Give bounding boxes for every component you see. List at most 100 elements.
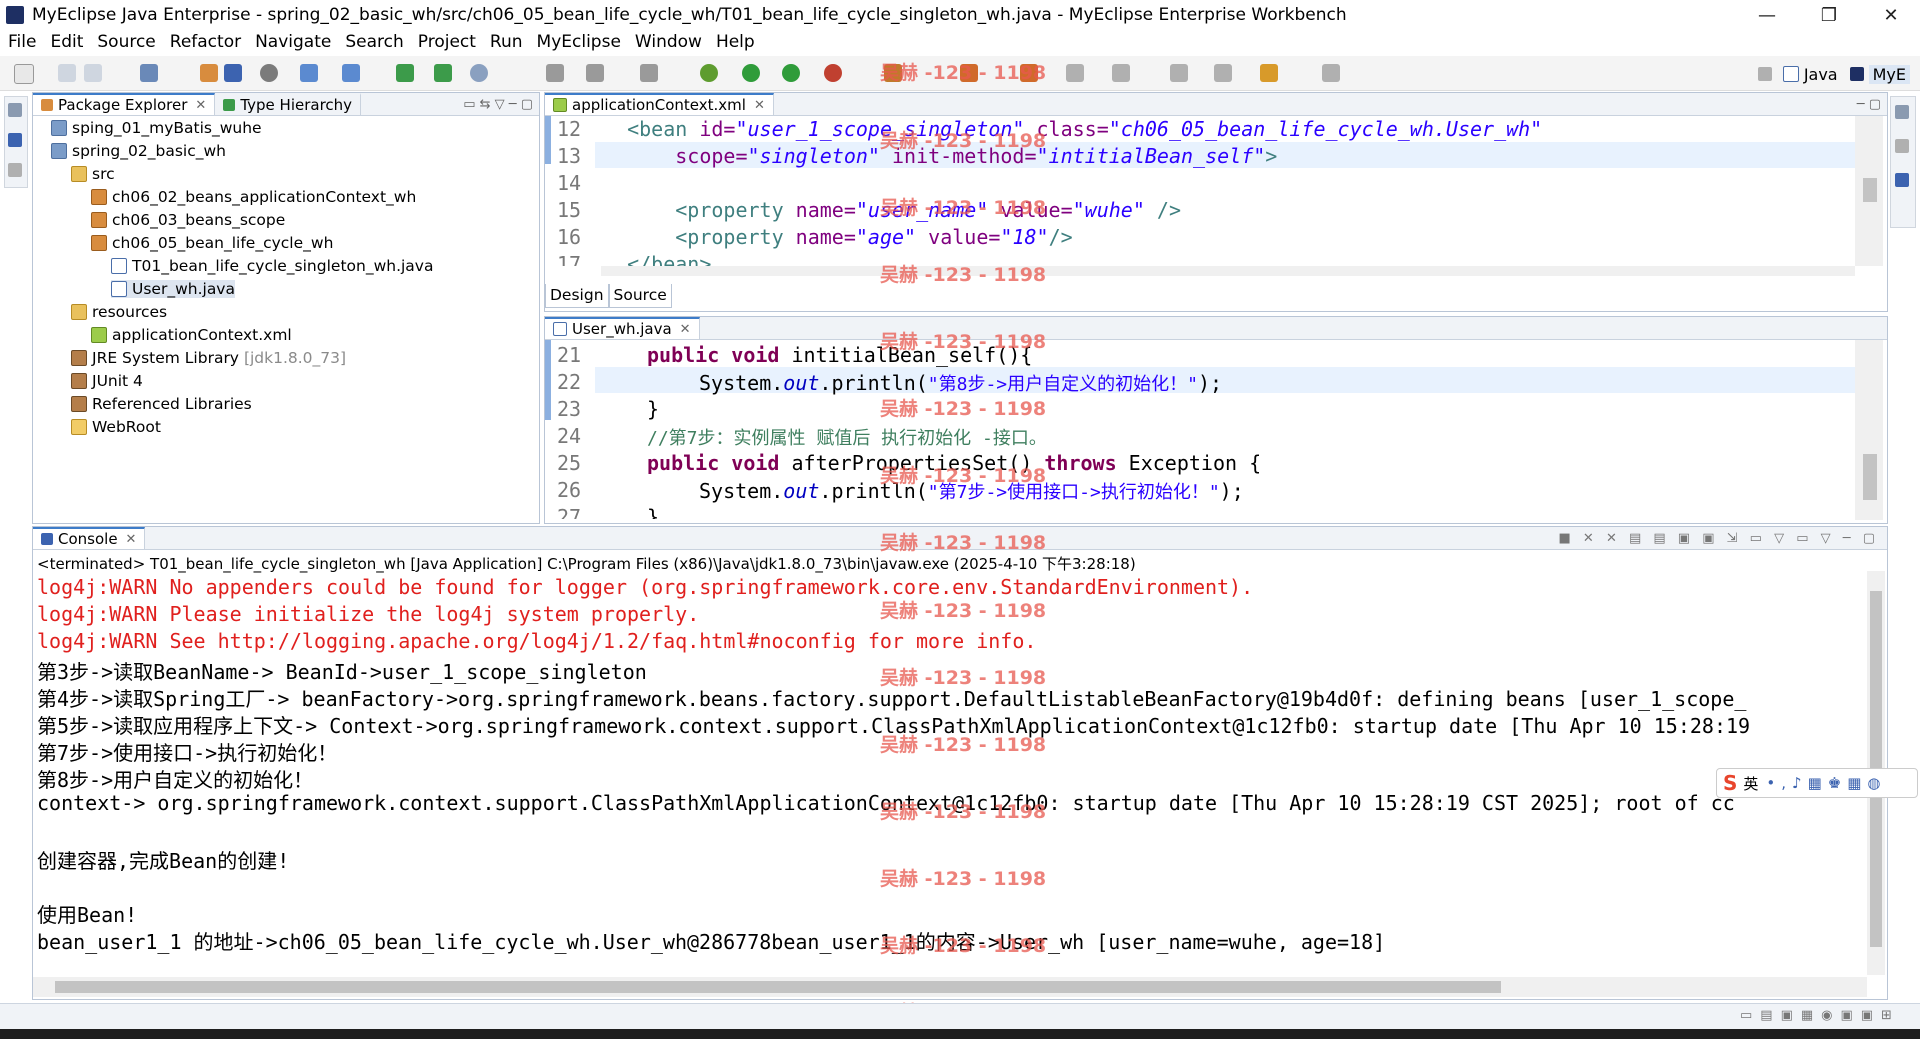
- ime-tools-icons[interactable]: •,♪▦♚▦◍: [1766, 774, 1886, 792]
- tree-item[interactable]: sping_01_myBatis_wuhe: [51, 119, 262, 137]
- tree-item[interactable]: resources: [71, 303, 167, 321]
- save-all-icon[interactable]: [84, 64, 102, 82]
- tab-type-hierarchy[interactable]: Type Hierarchy: [215, 93, 362, 115]
- tree-item[interactable]: T01_bean_life_cycle_singleton_wh.java: [111, 257, 433, 275]
- tree-item[interactable]: applicationContext.xml: [91, 326, 292, 344]
- browser-icon[interactable]: [470, 64, 488, 82]
- close-icon[interactable]: ✕: [126, 532, 137, 547]
- deploy-icon[interactable]: [300, 64, 318, 82]
- tree-item[interactable]: Referenced Libraries: [71, 395, 252, 413]
- tab-console[interactable]: Console ✕: [33, 527, 146, 549]
- console-line: bean_user1_1 的地址->ch06_05_bean_life_cycl…: [37, 930, 1386, 954]
- ejb-icon[interactable]: [586, 64, 604, 82]
- menu-project[interactable]: Project: [418, 32, 476, 52]
- tree-item-selected[interactable]: User_wh.java: [111, 280, 235, 298]
- forward-icon[interactable]: [1322, 64, 1340, 82]
- menu-refactor[interactable]: Refactor: [170, 32, 241, 52]
- restore-icon[interactable]: [8, 103, 22, 117]
- minimize-maximize-icon[interactable]: ─ ▢: [1857, 97, 1881, 112]
- tree-item[interactable]: ch06_02_beans_applicationContext_wh: [91, 188, 416, 206]
- new-package-icon[interactable]: [200, 64, 218, 82]
- outline-icon[interactable]: [8, 163, 22, 177]
- java-code-line[interactable]: }: [647, 397, 659, 421]
- tree-item[interactable]: src: [71, 165, 115, 183]
- tab-package-explorer[interactable]: Package Explorer ✕: [33, 93, 216, 115]
- server-icon[interactable]: [260, 64, 278, 82]
- tab-package-explorer-label: Package Explorer: [58, 96, 188, 114]
- menu-myeclipse[interactable]: MyEclipse: [537, 32, 621, 52]
- perspective-myeclipse[interactable]: MyE: [1868, 64, 1910, 84]
- tree-item[interactable]: ch06_03_beans_scope: [91, 211, 285, 229]
- external-tools-icon[interactable]: [824, 64, 842, 82]
- close-icon[interactable]: ✕: [680, 322, 691, 337]
- console-horizontal-scrollbar[interactable]: [33, 977, 1867, 997]
- open-perspective-icon[interactable]: [1757, 67, 1772, 81]
- tree-item[interactable]: JRE System Library [jdk1.8.0_73]: [71, 349, 346, 367]
- xml-code-line[interactable]: <bean id="user_1_scope_singleton" class=…: [603, 117, 1542, 141]
- watermark: 吴赫 -123 - 1198: [880, 868, 1047, 890]
- java-vertical-scrollbar[interactable]: [1855, 340, 1883, 520]
- java-code-line[interactable]: System.out.println("第8步->用户自定义的初始化！");: [699, 370, 1222, 396]
- open-type-icon[interactable]: [640, 64, 658, 82]
- xml-code-line[interactable]: </bean>: [603, 252, 711, 266]
- java-editor-tabbar: User_wh.java ✕: [545, 317, 1887, 340]
- xml-horizontal-scrollbar[interactable]: [601, 266, 1855, 276]
- navigator-icon[interactable]: [8, 133, 22, 147]
- minimize-button[interactable]: —: [1744, 0, 1790, 30]
- new-class-icon[interactable]: [224, 64, 242, 82]
- ime-mode[interactable]: 英: [1743, 773, 1758, 794]
- run-icon[interactable]: [742, 64, 760, 82]
- line-number: 13: [557, 144, 582, 168]
- menu-search[interactable]: Search: [345, 32, 403, 52]
- jsp-icon[interactable]: [434, 64, 452, 82]
- new-icon[interactable]: [14, 64, 34, 84]
- web-services-icon[interactable]: [396, 64, 414, 82]
- annotation-prev-icon[interactable]: [1112, 64, 1130, 82]
- pin-editor-icon[interactable]: [1170, 64, 1188, 82]
- perspective-java[interactable]: Java: [1804, 65, 1838, 84]
- tree-item-label: src: [92, 165, 115, 183]
- tab-user-wh-java[interactable]: User_wh.java ✕: [545, 317, 700, 339]
- view-menu-icon[interactable]: ▭ ⇆ ▽ ─ ▢: [463, 97, 533, 112]
- new-java-project-icon[interactable]: [140, 64, 158, 82]
- status-tray-icons[interactable]: ▭▤▣▦◉▣▣⊞: [1740, 1008, 1900, 1023]
- xml-code-line[interactable]: <property name="age" value="18"/>: [603, 225, 1072, 249]
- tree-item[interactable]: spring_02_basic_wh: [51, 142, 226, 160]
- menu-file[interactable]: File: [8, 32, 36, 52]
- annotation-next-icon[interactable]: [1066, 64, 1084, 82]
- tree-item[interactable]: WebRoot: [71, 418, 161, 436]
- line-number: 21: [557, 343, 582, 367]
- close-button[interactable]: ✕: [1868, 0, 1914, 30]
- save-icon[interactable]: [58, 64, 76, 82]
- console-toolbar-icons[interactable]: ■ ✕ ✕ ▤ ▤ ▣ ▣ ⇲ ▭ ▽ ▭ ▽ ─ ▢: [1559, 531, 1879, 546]
- tree-item[interactable]: JUnit 4: [71, 372, 143, 390]
- debug-icon[interactable]: [700, 64, 718, 82]
- task-list-icon[interactable]: [1895, 173, 1909, 187]
- tab-applicationcontext-xml[interactable]: applicationContext.xml ✕: [545, 93, 774, 115]
- back-icon[interactable]: [1260, 64, 1278, 82]
- watermark: 吴赫 -123 - 1198: [880, 62, 1047, 84]
- tab-design[interactable]: Design: [545, 284, 609, 308]
- library-icon: [71, 396, 87, 412]
- coverage-icon[interactable]: [782, 64, 800, 82]
- tab-source[interactable]: Source: [608, 284, 672, 308]
- xml-vertical-scrollbar[interactable]: [1855, 116, 1883, 266]
- menu-run[interactable]: Run: [490, 32, 523, 52]
- run-server-icon[interactable]: [342, 64, 360, 82]
- maximize-button[interactable]: ❐: [1806, 0, 1852, 30]
- menu-help[interactable]: Help: [716, 32, 755, 52]
- menu-window[interactable]: Window: [635, 32, 702, 52]
- restore-icon[interactable]: [1895, 105, 1909, 119]
- menu-source[interactable]: Source: [97, 32, 155, 52]
- toggle-mark-icon[interactable]: [1214, 64, 1232, 82]
- tree-item[interactable]: ch06_05_bean_life_cycle_wh: [91, 234, 333, 252]
- java-code-line[interactable]: //第7步：实例属性 赋值后 执行初始化 -接口。: [647, 424, 1047, 450]
- menu-navigate[interactable]: Navigate: [255, 32, 331, 52]
- close-icon[interactable]: ✕: [195, 98, 206, 113]
- menu-edit[interactable]: Edit: [50, 32, 83, 52]
- outline-view-icon[interactable]: [1895, 139, 1909, 153]
- package-explorer-icon: [41, 99, 53, 111]
- new-window-icon[interactable]: [546, 64, 564, 82]
- close-icon[interactable]: ✕: [754, 98, 765, 113]
- java-code-line[interactable]: }: [647, 505, 659, 519]
